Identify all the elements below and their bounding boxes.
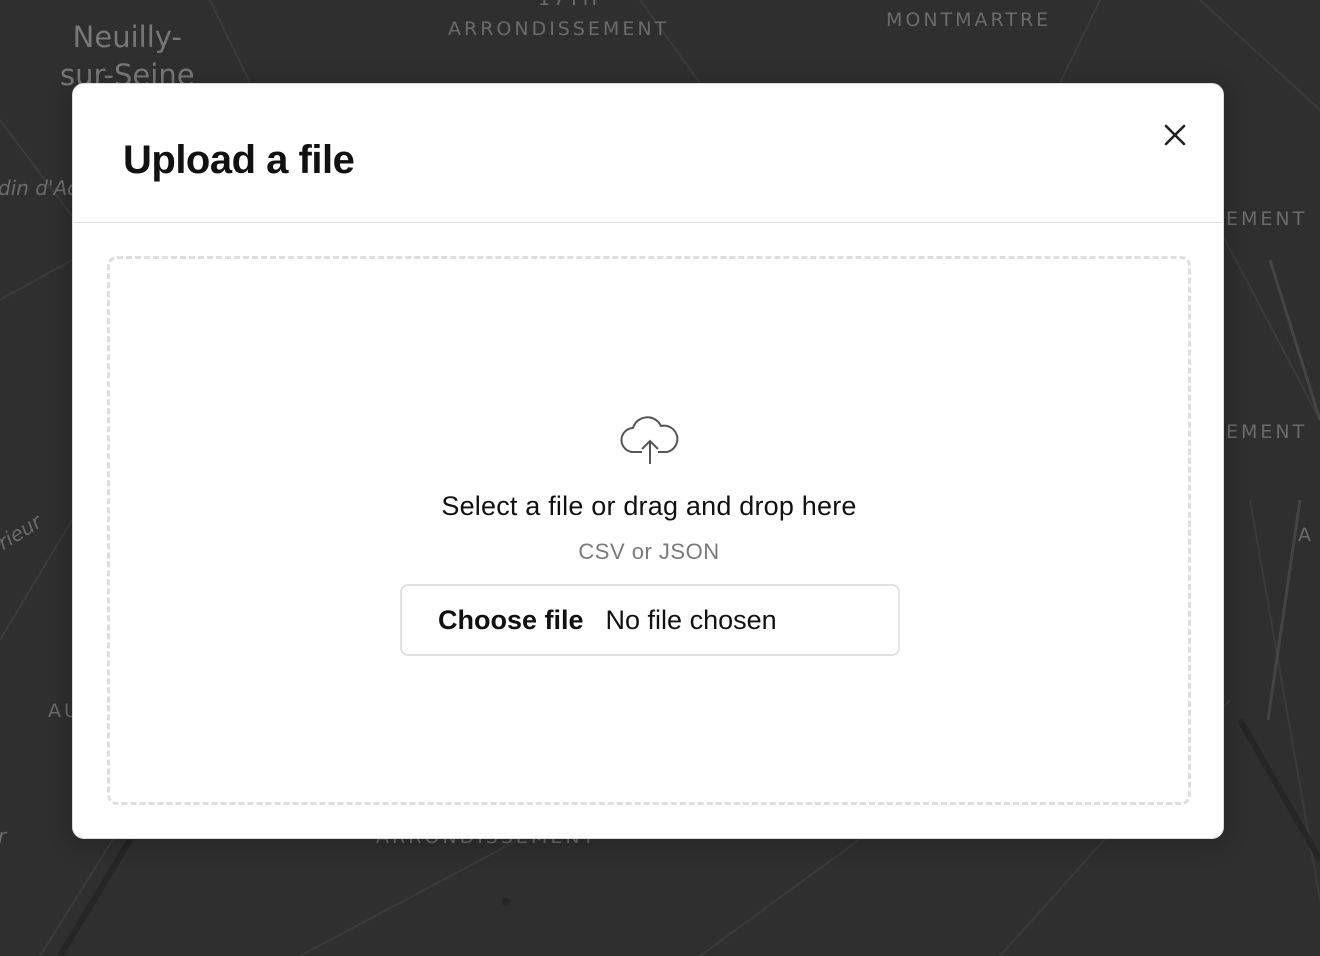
close-icon	[1164, 124, 1186, 146]
upload-dialog: Upload a file Select a file or drag and …	[72, 83, 1224, 839]
dialog-header: Upload a file	[73, 84, 1223, 223]
dialog-title: Upload a file	[123, 138, 355, 182]
cloud-upload-icon	[620, 416, 679, 464]
map-label-r: r	[0, 824, 6, 848]
map-label-ement-a: EMENT	[1226, 208, 1308, 230]
map-label-arr17-number: 17TH	[538, 0, 600, 10]
file-dropzone[interactable]: Select a file or drag and drop here CSV …	[107, 256, 1191, 805]
map-label-jardin: din d'Ac	[0, 176, 79, 200]
map-label-ement-b: EMENT	[1226, 421, 1308, 443]
close-button[interactable]	[1157, 117, 1193, 153]
map-label-arr17: ARRONDISSEMENT	[448, 18, 670, 40]
map-label-a: A	[1298, 524, 1314, 546]
file-input[interactable]: Choose file No file chosen	[400, 584, 900, 656]
dropzone-prompt: Select a file or drag and drop here	[441, 491, 857, 521]
file-status: No file chosen	[605, 604, 777, 635]
choose-file-button[interactable]: Choose file	[438, 605, 584, 636]
map-label-montmartre: MONTMARTRE	[886, 9, 1052, 31]
accepted-formats: CSV or JSON	[578, 539, 720, 564]
